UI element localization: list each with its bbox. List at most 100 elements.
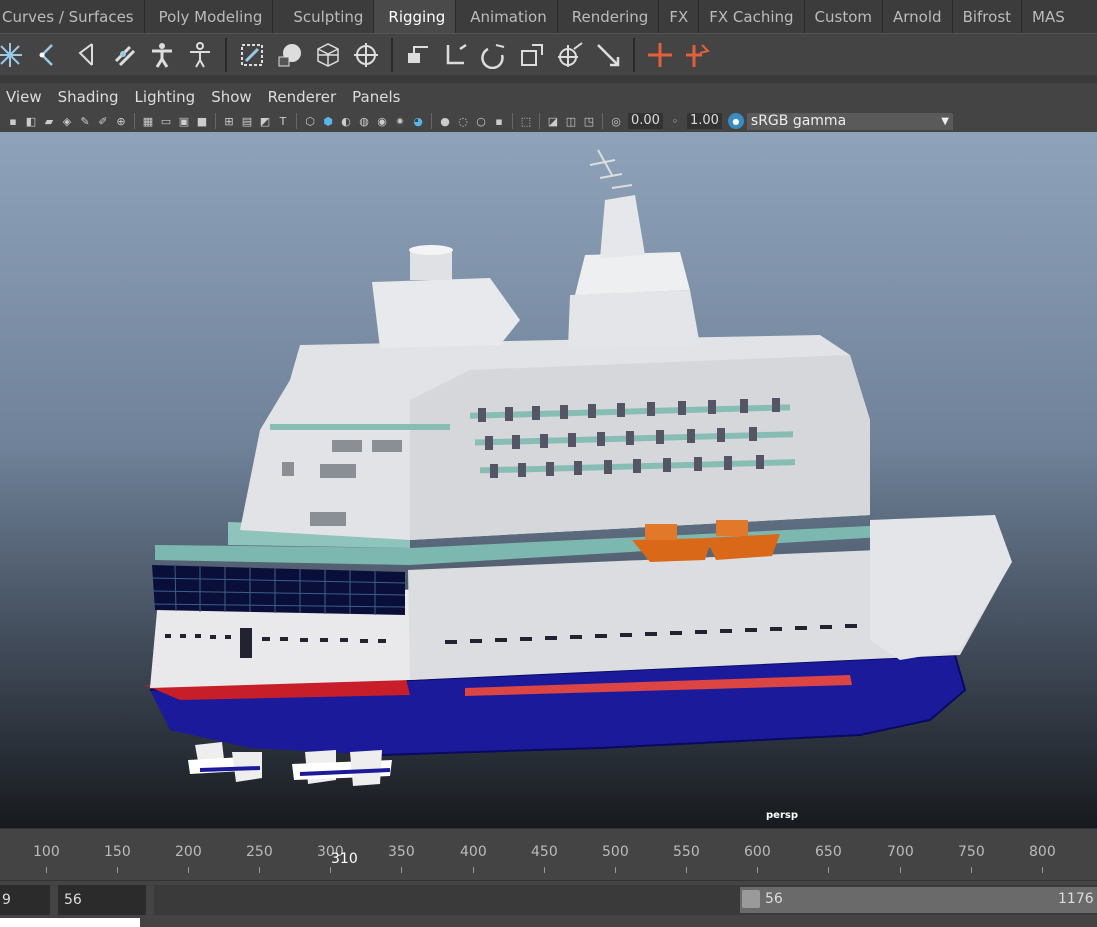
aim-constraint-icon[interactable] — [554, 39, 586, 71]
xray-icon[interactable]: ◪ — [546, 114, 560, 128]
tick-mark — [544, 867, 545, 873]
point-constraint-icon[interactable] — [440, 39, 472, 71]
tab-sculpting[interactable]: Sculpting — [273, 0, 375, 33]
set-driven-key-icon[interactable] — [682, 39, 714, 71]
cluster-icon[interactable] — [350, 39, 382, 71]
lattice-icon[interactable] — [312, 39, 344, 71]
use-all-lights-icon[interactable]: ◉ — [375, 114, 389, 128]
timeline-tick: 250 — [246, 844, 273, 860]
menu-shading[interactable]: Shading — [58, 88, 119, 106]
xray-joints-icon[interactable]: ◳ — [582, 114, 596, 128]
tab-fx[interactable]: FX — [659, 0, 700, 33]
perspective-viewport[interactable]: persp — [0, 132, 1097, 828]
default-light-icon[interactable]: ✷ — [393, 114, 407, 128]
tick-mark — [188, 867, 189, 873]
menu-show[interactable]: Show — [211, 88, 251, 106]
tab-poly-modeling[interactable]: Poly Modeling — [145, 0, 274, 33]
tick-mark — [46, 867, 47, 873]
tab-rendering[interactable]: Rendering — [558, 0, 660, 33]
panel-menu-bar: View Shading Lighting Show Renderer Pane… — [0, 83, 1097, 110]
range-end-label: 1176 — [1058, 891, 1094, 907]
ik-handle-icon[interactable] — [32, 39, 64, 71]
screen-space-ao-icon[interactable]: ● — [438, 114, 452, 128]
menu-view[interactable]: View — [6, 88, 42, 106]
tick-mark — [686, 867, 687, 873]
resolution-gate-icon[interactable]: ▣ — [177, 114, 191, 128]
menu-panels[interactable]: Panels — [352, 88, 400, 106]
view-transform-select[interactable]: sRGB gamma ▼ — [746, 112, 953, 130]
humanik-icon[interactable] — [146, 39, 178, 71]
camera-attributes-icon[interactable]: ◧ — [24, 114, 38, 128]
floating-window-edge — [0, 918, 140, 927]
depth-of-field-icon[interactable]: ▪ — [492, 114, 506, 128]
tick-mark — [615, 867, 616, 873]
wireframe-icon[interactable]: ⬡ — [303, 114, 317, 128]
shadows-icon[interactable]: ◕ — [411, 114, 425, 128]
toolbar-separator — [539, 113, 540, 129]
pole-vector-icon[interactable] — [592, 39, 624, 71]
paint-weights-icon[interactable] — [274, 39, 306, 71]
field-chart-icon[interactable]: ⊞ — [222, 114, 236, 128]
tab-arnold[interactable]: Arnold — [883, 0, 953, 33]
toolbar-separator — [215, 113, 216, 129]
tab-custom[interactable]: Custom — [805, 0, 884, 33]
grid-icon[interactable]: ⊕ — [114, 114, 128, 128]
safe-title-icon[interactable]: ◩ — [258, 114, 272, 128]
tab-fx-caching[interactable]: FX Caching — [699, 0, 805, 33]
anti-aliasing-icon[interactable]: ○ — [474, 114, 488, 128]
grid-toggle-icon[interactable]: ▦ — [141, 114, 155, 128]
tab-animation[interactable]: Animation — [456, 0, 558, 33]
menu-lighting[interactable]: Lighting — [135, 88, 196, 106]
parent-constraint-icon[interactable] — [402, 39, 434, 71]
gamma-field[interactable]: 1.00 — [686, 113, 722, 129]
range-slider-thumb[interactable] — [740, 887, 1097, 913]
shelf-divider — [0, 75, 1097, 83]
range-slider-handle[interactable] — [742, 890, 760, 908]
film-gate-icon[interactable]: ▭ — [159, 114, 173, 128]
shelf-separator — [633, 37, 635, 72]
textured-icon[interactable]: ◍ — [357, 114, 371, 128]
image-plane-icon[interactable]: ◈ — [60, 114, 74, 128]
tab-rigging[interactable]: Rigging — [374, 0, 457, 33]
timeline-tick: 600 — [744, 844, 771, 860]
tab-curves-surfaces[interactable]: Curves / Surfaces — [0, 0, 145, 33]
joint-tool-icon[interactable] — [0, 39, 26, 71]
scale-constraint-icon[interactable] — [516, 39, 548, 71]
isolate-select-icon[interactable]: ⬚ — [519, 114, 533, 128]
tick-mark — [757, 867, 758, 873]
chevron-down-icon: ▼ — [941, 115, 949, 127]
bookmark-icon[interactable]: ▰ — [42, 114, 56, 128]
cruise-ship-model[interactable] — [0, 132, 1097, 828]
tick-mark — [828, 867, 829, 873]
tab-mash[interactable]: MAS — [1022, 0, 1075, 33]
quick-rig-icon[interactable] — [184, 39, 216, 71]
exposure-field[interactable]: 0.00 — [628, 113, 663, 129]
color-management-icon[interactable]: ● — [727, 113, 744, 129]
animation-start-field[interactable]: 9 — [0, 885, 50, 915]
xray-active-icon[interactable]: ◫ — [564, 114, 578, 128]
tab-bifrost[interactable]: Bifrost — [953, 0, 1023, 33]
gamma-icon[interactable]: ◦ — [668, 114, 682, 128]
locator-icon[interactable] — [644, 39, 676, 71]
rigging-shelf — [0, 33, 1097, 75]
grease-pencil-icon[interactable]: ✐ — [96, 114, 110, 128]
ik-spline-icon[interactable] — [70, 39, 102, 71]
exposure-icon[interactable]: ◎ — [609, 114, 623, 128]
insert-joint-icon[interactable] — [108, 39, 140, 71]
time-slider[interactable]: 100 150 200 250 300 350 400 450 500 550 … — [0, 828, 1097, 880]
current-frame-indicator[interactable]: 310 — [331, 851, 358, 867]
smooth-shade-icon[interactable]: ⬢ — [321, 114, 335, 128]
timeline-tick: 500 — [602, 844, 629, 860]
safe-action-icon[interactable]: ▤ — [240, 114, 254, 128]
motion-blur-icon[interactable]: ◌ — [456, 114, 470, 128]
shelf-tabs: Curves / Surfaces Poly Modeling Sculptin… — [0, 0, 1097, 33]
wireframe-on-shaded-icon[interactable]: ◐ — [339, 114, 353, 128]
text-icon[interactable]: T — [276, 114, 290, 128]
gate-mask-icon[interactable]: ■ — [195, 114, 209, 128]
bind-skin-icon[interactable] — [236, 39, 268, 71]
menu-renderer[interactable]: Renderer — [268, 88, 336, 106]
playback-start-field[interactable]: 56 — [58, 885, 146, 915]
orient-constraint-icon[interactable] — [478, 39, 510, 71]
2d-pan-zoom-icon[interactable]: ✎ — [78, 114, 92, 128]
select-camera-icon[interactable]: ▪ — [6, 114, 20, 128]
